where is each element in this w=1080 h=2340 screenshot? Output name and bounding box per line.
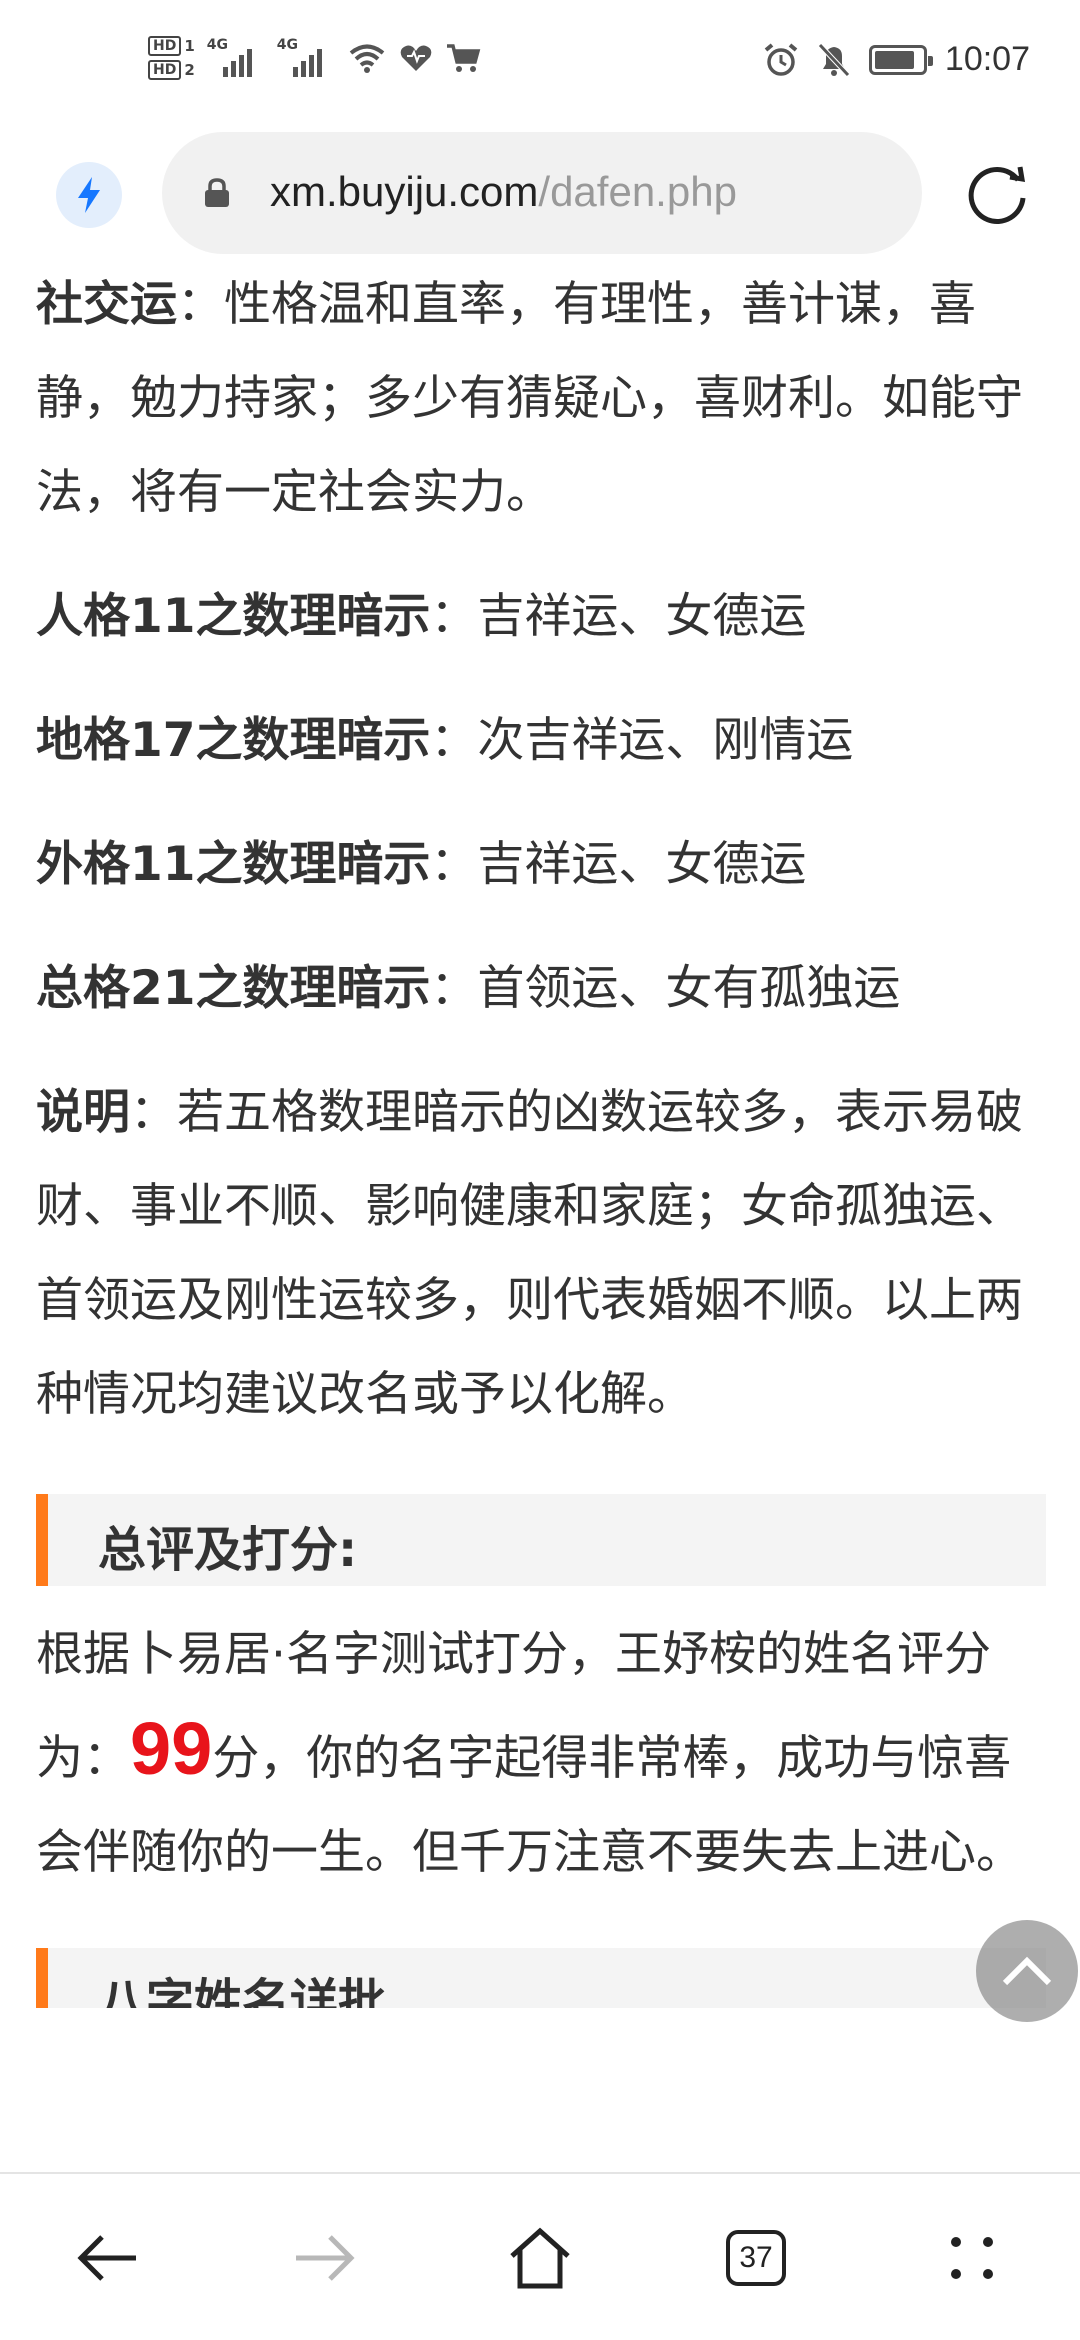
home-icon: [510, 2227, 570, 2289]
alarm-icon: [764, 42, 798, 76]
hint-row: 地格17之数理暗示：次吉祥运、刚情运: [36, 694, 1046, 788]
home-button[interactable]: [492, 2210, 588, 2306]
social-luck-paragraph: 社交运：性格温和直率，有理性，善计谋，喜静，勉力持家；多少有猜疑心，喜财利。如能…: [36, 258, 1046, 540]
signal-1-icon: 4G: [207, 37, 265, 79]
browser-address-row: xm.buyiju.com/dafen.php: [0, 130, 1080, 260]
note-text: ：若五格数理暗示的凶数运较多，表示易破财、事业不顺、影响健康和家庭；女命孤独运、…: [36, 1085, 1023, 1422]
hd2-label: HD: [148, 60, 182, 80]
lock-icon: [205, 178, 229, 207]
back-button[interactable]: [60, 2210, 156, 2306]
hd2-indicator: HD 2: [148, 60, 195, 80]
wifi-icon: [349, 44, 385, 73]
clock-time: 10:07: [944, 40, 1030, 78]
browser-bottom-nav: 37: [0, 2172, 1080, 2340]
page-content: 社交运：性格温和直率，有理性，善计谋，喜静，勉力持家；多少有猜疑心，喜财利。如能…: [36, 258, 1046, 2008]
hint-row: 外格11之数理暗示：吉祥运、女德运: [36, 818, 1046, 912]
reload-icon[interactable]: [962, 160, 1032, 230]
menu-button[interactable]: [924, 2210, 1020, 2306]
cart-icon: [446, 44, 481, 72]
note-paragraph: 说明：若五格数理暗示的凶数运较多，表示易破财、事业不顺、影响健康和家庭；女命孤独…: [36, 1066, 1046, 1442]
hint-row: 总格21之数理暗示：首领运、女有孤独运: [36, 942, 1046, 1036]
back-arrow-icon: [77, 2235, 136, 2281]
hd1-number: 1: [184, 37, 195, 55]
social-luck-text: ：性格温和直率，有理性，善计谋，喜静，勉力持家；多少有猜疑心，喜财利。如能守法，…: [36, 277, 1023, 520]
summary-paragraph: 根据卜易居·名字测试打分，王妤桉的姓名评分为：99分，你的名字起得非常棒，成功与…: [36, 1608, 1046, 1900]
url-path: /dafen.php: [538, 168, 737, 215]
lightning-bolt-icon: [78, 177, 100, 213]
heart-icon: [400, 45, 432, 71]
status-bar: HD 1 HD 2 4G 4G 10:07: [0, 0, 1080, 130]
hint-label: 人格11之数理暗示: [36, 589, 431, 644]
forward-arrow-icon: [296, 2235, 355, 2281]
summary-heading-text: 总评及打分:: [98, 1522, 358, 1578]
hint-label: 总格21之数理暗示: [36, 961, 431, 1016]
name-score: 99: [130, 1707, 213, 1790]
hd2-number: 2: [184, 61, 195, 79]
address-bar[interactable]: xm.buyiju.com/dafen.php: [162, 132, 922, 254]
hint-text: ：吉祥运、女德运: [430, 589, 807, 644]
lightning-icon[interactable]: [56, 162, 122, 228]
bazi-section-heading: 八字姓名详批: [36, 1948, 1046, 2008]
forward-button[interactable]: [276, 2210, 372, 2306]
status-right-icons: 10:07: [763, 40, 1030, 79]
hint-label: 地格17之数理暗示: [36, 713, 431, 768]
battery-fill: [874, 50, 914, 69]
back-to-top-button[interactable]: [976, 1920, 1078, 2022]
battery-icon: [868, 44, 933, 75]
hint-text: ：次吉祥运、刚情运: [430, 713, 854, 768]
hint-text: ：首领运、女有孤独运: [430, 961, 901, 1016]
tabs-button[interactable]: 37: [708, 2210, 804, 2306]
summary-section-heading: 总评及打分:: [36, 1494, 1046, 1586]
hint-text: ：吉祥运、女德运: [430, 837, 807, 892]
hd-indicators: HD 1 HD 2: [148, 36, 195, 80]
note-label: 说明: [36, 1085, 130, 1140]
hint-label: 外格11之数理暗示: [36, 837, 431, 892]
more-dots-icon: [951, 2237, 993, 2279]
url-host: xm.buyiju.com: [270, 168, 539, 215]
hint-row: 人格11之数理暗示：吉祥运、女德运: [36, 570, 1046, 664]
tab-count: 37: [726, 2230, 786, 2286]
status-left-icons: HD 1 HD 2 4G 4G: [148, 36, 481, 80]
url-text: xm.buyiju.com/dafen.php: [270, 168, 737, 216]
hd1-label: HD: [148, 36, 182, 56]
mute-bell-icon: [818, 42, 850, 77]
chevron-up-icon: [1002, 1956, 1052, 1986]
hd1-indicator: HD 1: [148, 36, 195, 56]
signal-2-icon: 4G: [277, 37, 335, 79]
social-luck-label: 社交运: [36, 277, 177, 332]
bazi-heading-text: 八字姓名详批: [98, 1974, 387, 2008]
